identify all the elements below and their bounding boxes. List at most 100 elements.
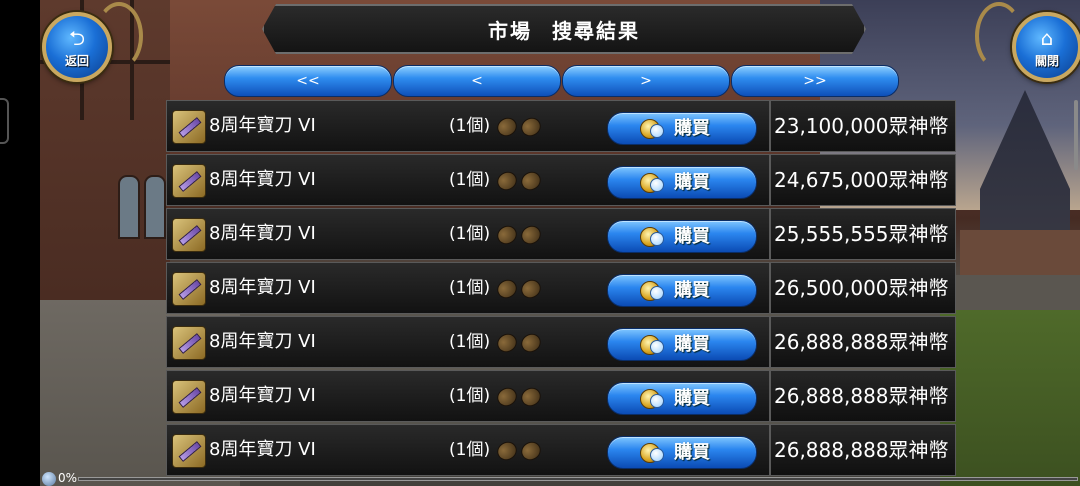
listing-row[interactable]: 8周年寶刀 VI (1個) 購買 26,500,000眾神幣 bbox=[166, 262, 956, 314]
window bbox=[118, 175, 140, 239]
back-button-label: 返回 bbox=[64, 54, 89, 68]
buy-button-label: 購買 bbox=[674, 118, 710, 139]
seed-slot-icon bbox=[517, 276, 545, 302]
buy-button-label: 購買 bbox=[674, 442, 710, 463]
back-arrow-icon: ⮌ bbox=[68, 26, 86, 50]
page-title: 市場 搜尋結果 bbox=[262, 4, 866, 54]
buy-button[interactable]: 購買 bbox=[607, 436, 757, 469]
item-name: 8周年寶刀 VI bbox=[209, 331, 316, 352]
first-page-button[interactable]: << bbox=[224, 65, 392, 97]
prev-page-button[interactable]: < bbox=[393, 65, 561, 97]
item-quantity: (1個) bbox=[449, 278, 491, 298]
seed-slot-icon bbox=[517, 114, 545, 140]
buy-button-label: 購買 bbox=[674, 334, 710, 355]
item-name: 8周年寶刀 VI bbox=[209, 169, 316, 190]
sword-icon bbox=[172, 434, 206, 468]
globe-icon bbox=[42, 471, 56, 486]
seed-slot-icon bbox=[493, 438, 521, 464]
coin-icon bbox=[650, 232, 664, 246]
price-cell: 25,555,555眾神幣 bbox=[770, 208, 956, 260]
next-page-button[interactable]: > bbox=[562, 65, 730, 97]
sword-icon bbox=[172, 110, 206, 144]
sword-icon bbox=[172, 164, 206, 198]
buy-button-label: 購買 bbox=[674, 280, 710, 301]
item-quantity: (1個) bbox=[449, 224, 491, 244]
seed-slot-icon bbox=[493, 384, 521, 410]
close-button[interactable]: ⌂ 關閉 bbox=[1012, 12, 1080, 82]
seed-slot-icon bbox=[493, 276, 521, 302]
slot-group bbox=[493, 222, 545, 248]
item-quantity: (1個) bbox=[449, 386, 491, 406]
item-name: 8周年寶刀 VI bbox=[209, 277, 316, 298]
buy-button[interactable]: 購買 bbox=[607, 166, 757, 199]
listing-info-cell: 8周年寶刀 VI (1個) 購買 bbox=[166, 370, 770, 422]
buy-button[interactable]: 購買 bbox=[607, 220, 757, 253]
seed-slot-icon bbox=[493, 114, 521, 140]
seed-slot-icon bbox=[493, 330, 521, 356]
price-cell: 26,888,888眾神幣 bbox=[770, 424, 956, 476]
listing-row[interactable]: 8周年寶刀 VI (1個) 購買 26,888,888眾神幣 bbox=[166, 370, 956, 422]
progress-text: 0% bbox=[58, 471, 78, 485]
item-name: 8周年寶刀 VI bbox=[209, 115, 316, 136]
grass bbox=[940, 310, 1080, 486]
buy-button-label: 購買 bbox=[674, 388, 710, 409]
coin-icon bbox=[650, 178, 664, 192]
title-search-results: 搜尋結果 bbox=[552, 18, 640, 43]
slot-group bbox=[493, 276, 545, 302]
seed-slot-icon bbox=[517, 168, 545, 194]
left-black-bar bbox=[0, 0, 40, 486]
buy-button[interactable]: 購買 bbox=[607, 382, 757, 415]
buy-button[interactable]: 購買 bbox=[607, 274, 757, 307]
last-page-button[interactable]: >> bbox=[731, 65, 899, 97]
coin-icon bbox=[650, 286, 664, 300]
coin-icon bbox=[650, 394, 664, 408]
seed-slot-icon bbox=[493, 222, 521, 248]
buy-button-label: 購買 bbox=[674, 226, 710, 247]
item-name: 8周年寶刀 VI bbox=[209, 385, 316, 406]
item-quantity: (1個) bbox=[449, 332, 491, 352]
close-button-label: 關閉 bbox=[1034, 54, 1059, 68]
scrollbar[interactable] bbox=[1074, 100, 1078, 170]
listing-list[interactable]: 8周年寶刀 VI (1個) 購買 23,100,000眾神幣 8周年寶刀 VI … bbox=[166, 100, 958, 480]
slot-group bbox=[493, 330, 545, 356]
title-market: 市場 bbox=[488, 18, 532, 43]
sword-icon bbox=[172, 218, 206, 252]
listing-info-cell: 8周年寶刀 VI (1個) 購買 bbox=[166, 154, 770, 206]
slot-group bbox=[493, 438, 545, 464]
price-cell: 26,500,000眾神幣 bbox=[770, 262, 956, 314]
buy-button[interactable]: 購買 bbox=[607, 328, 757, 361]
status-bar: 0% bbox=[42, 470, 77, 486]
slot-group bbox=[493, 168, 545, 194]
listing-info-cell: 8周年寶刀 VI (1個) 購買 bbox=[166, 262, 770, 314]
buy-button-label: 購買 bbox=[674, 172, 710, 193]
sword-icon bbox=[172, 272, 206, 306]
item-quantity: (1個) bbox=[449, 440, 491, 460]
coin-icon bbox=[650, 340, 664, 354]
coin-icon bbox=[650, 448, 664, 462]
listing-info-cell: 8周年寶刀 VI (1個) 購買 bbox=[166, 424, 770, 476]
window bbox=[144, 175, 166, 239]
side-handle[interactable] bbox=[0, 98, 9, 144]
back-button[interactable]: ⮌ 返回 bbox=[42, 12, 112, 82]
listing-row[interactable]: 8周年寶刀 VI (1個) 購買 23,100,000眾神幣 bbox=[166, 100, 956, 152]
coin-icon bbox=[650, 124, 664, 138]
seed-slot-icon bbox=[517, 330, 545, 356]
buy-button[interactable]: 購買 bbox=[607, 112, 757, 145]
price-cell: 26,888,888眾神幣 bbox=[770, 370, 956, 422]
listing-row[interactable]: 8周年寶刀 VI (1個) 購買 26,888,888眾神幣 bbox=[166, 424, 956, 476]
seed-slot-icon bbox=[517, 384, 545, 410]
price-cell: 26,888,888眾神幣 bbox=[770, 316, 956, 368]
listing-row[interactable]: 8周年寶刀 VI (1個) 購買 24,675,000眾神幣 bbox=[166, 154, 956, 206]
price-cell: 23,100,000眾神幣 bbox=[770, 100, 956, 152]
progress-bar bbox=[78, 477, 1078, 481]
listing-info-cell: 8周年寶刀 VI (1個) 購買 bbox=[166, 316, 770, 368]
sword-icon bbox=[172, 326, 206, 360]
seed-slot-icon bbox=[517, 438, 545, 464]
seed-slot-icon bbox=[517, 222, 545, 248]
listing-info-cell: 8周年寶刀 VI (1個) 購買 bbox=[166, 208, 770, 260]
price-cell: 24,675,000眾神幣 bbox=[770, 154, 956, 206]
listing-info-cell: 8周年寶刀 VI (1個) 購買 bbox=[166, 100, 770, 152]
seed-slot-icon bbox=[493, 168, 521, 194]
listing-row[interactable]: 8周年寶刀 VI (1個) 購買 26,888,888眾神幣 bbox=[166, 316, 956, 368]
listing-row[interactable]: 8周年寶刀 VI (1個) 購買 25,555,555眾神幣 bbox=[166, 208, 956, 260]
